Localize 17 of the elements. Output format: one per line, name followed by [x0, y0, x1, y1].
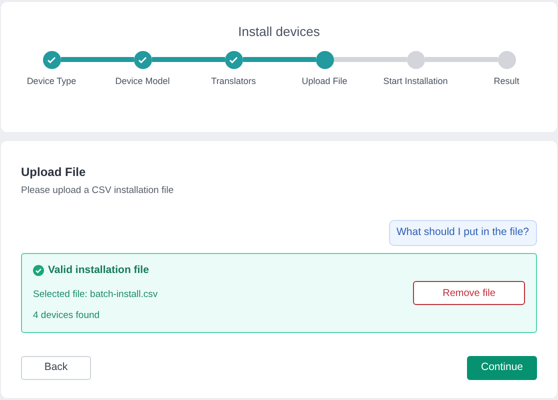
step-label: Start Installation: [382, 74, 449, 88]
step-label: Device Type: [26, 74, 78, 88]
back-button[interactable]: Back: [21, 356, 91, 380]
wizard-title: Install devices: [237, 23, 321, 41]
help-button[interactable]: What should I put in the file?: [388, 220, 537, 246]
step-label: Upload File: [300, 74, 348, 88]
check-circle-icon: [33, 265, 44, 276]
step-label: Result: [492, 74, 520, 88]
step-label: Device Model: [114, 74, 171, 88]
continue-button[interactable]: Continue: [467, 356, 537, 380]
alert-title: Valid installation file: [48, 263, 149, 278]
section-title: Upload File: [21, 164, 87, 181]
alert-text: 4 devices found: [33, 309, 101, 323]
step-label: Translators: [210, 74, 257, 88]
section-subtitle: Please upload a CSV installation file: [21, 184, 175, 198]
alert-text: Selected file: batch-install.csv: [33, 288, 158, 302]
remove-file-button[interactable]: Remove file: [413, 281, 525, 306]
